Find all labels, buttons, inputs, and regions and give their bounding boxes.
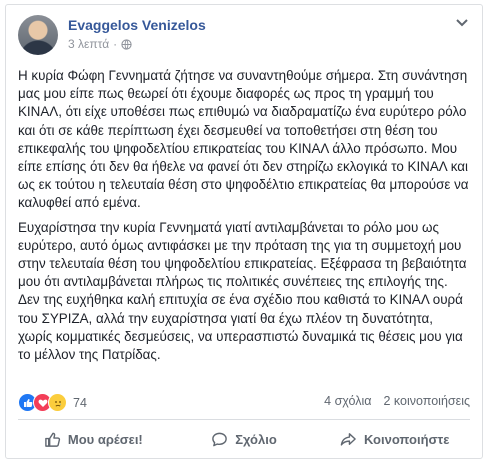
post-stats: 74 4 σχόλια 2 κοινοποιήσεις (18, 393, 470, 413)
comment-label: Σχόλιο (235, 431, 277, 447)
post-paragraph-1: Η κυρία Φώφη Γεννηματά ζήτησε να συναντη… (18, 68, 469, 211)
sad-icon (48, 393, 67, 412)
comment-button[interactable]: Σχόλιο (169, 423, 320, 455)
reactions-summary[interactable]: 74 (18, 393, 87, 412)
post-header: Evaggelos Venizelos 3 λεπτά · (18, 15, 470, 59)
post-paragraph-2: Ευχαρίστησα την κυρία Γεννηματά γιατί αν… (18, 219, 467, 363)
engagement-counts: 4 σχόλια 2 κοινοποιήσεις (324, 394, 470, 408)
divider (18, 419, 470, 420)
post-text: Η κυρία Φώφη Γεννηματά ζήτησε να συναντη… (18, 67, 470, 370)
chevron-down-icon[interactable] (454, 17, 470, 29)
like-label: Μου αρέσει! (67, 431, 143, 447)
comments-count[interactable]: 4 σχόλια (324, 394, 371, 408)
shares-count[interactable]: 2 κοινοποιήσεις (384, 394, 471, 408)
timestamp[interactable]: 3 λεπτά (68, 37, 109, 51)
comment-icon (212, 432, 228, 446)
post-card: Evaggelos Venizelos 3 λεπτά · Η κυρία Φώ… (5, 4, 483, 459)
share-label: Κοινοποιήστε (363, 431, 450, 447)
avatar[interactable] (18, 15, 58, 55)
globe-icon (121, 38, 132, 50)
post-meta: 3 λεπτά · (68, 37, 132, 51)
reaction-count: 74 (73, 395, 87, 410)
thumbs-up-icon (45, 432, 61, 447)
action-bar: Μου αρέσει! Σχόλιο Κοινοποιήστε (18, 423, 470, 455)
share-icon (340, 432, 356, 446)
author-name[interactable]: Evaggelos Venizelos (68, 17, 206, 33)
like-button[interactable]: Μου αρέσει! (18, 423, 169, 455)
share-button[interactable]: Κοινοποιήστε (319, 423, 470, 455)
meta-separator: · (113, 37, 118, 51)
